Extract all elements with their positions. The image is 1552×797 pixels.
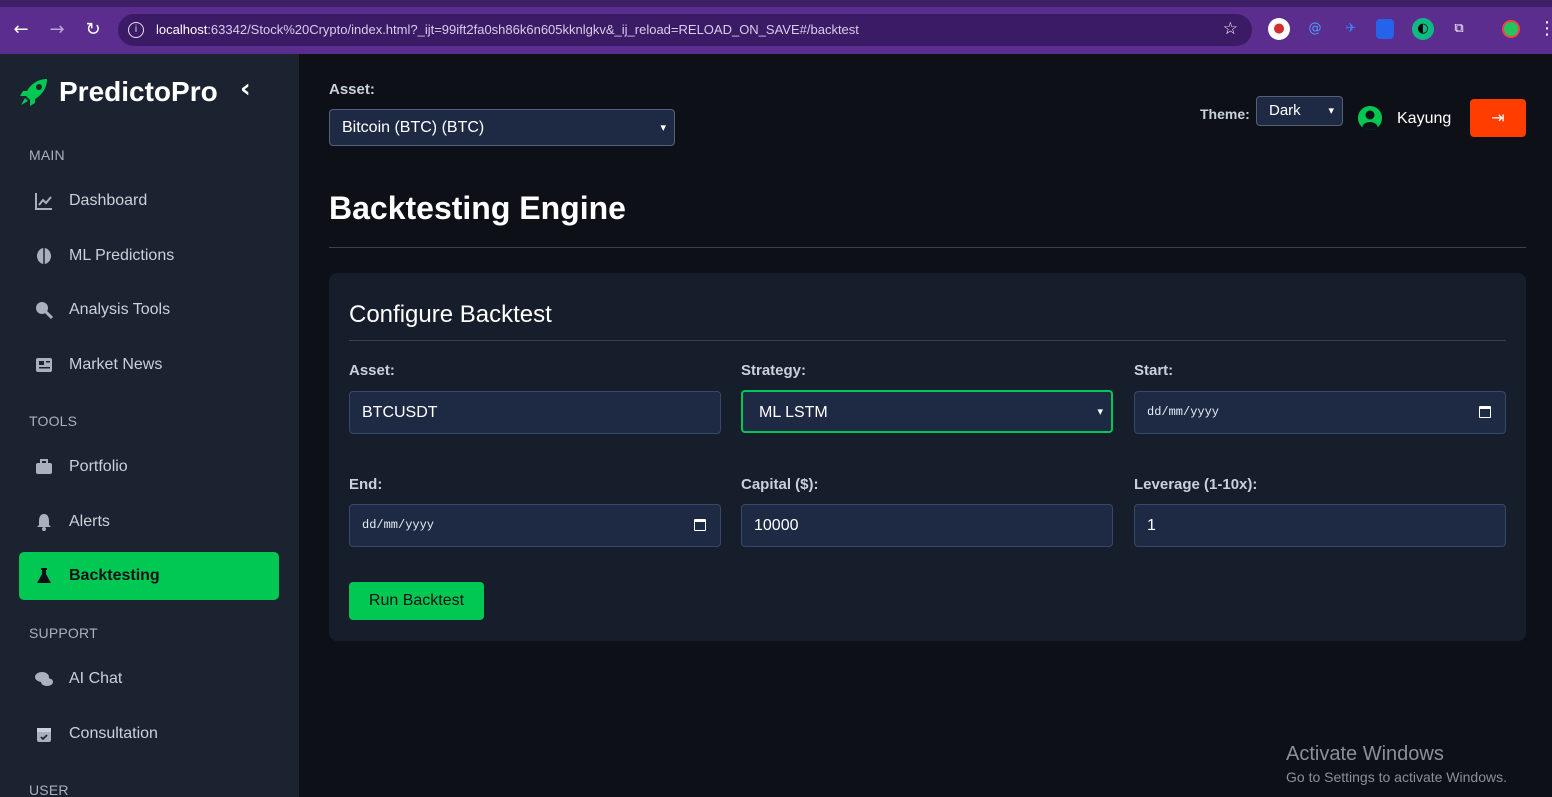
sidebar-item-label: Dashboard	[69, 192, 148, 209]
browser-tab-strip	[0, 0, 1552, 7]
user-name: Kayung	[1397, 110, 1452, 127]
sidebar-item-backtesting[interactable]: Backtesting	[19, 552, 279, 600]
theme-label: Theme:	[1200, 106, 1250, 122]
chevron-down-icon: ▾	[1328, 104, 1334, 117]
activate-windows-title: Activate Windows	[1286, 743, 1444, 765]
user-avatar-icon	[1358, 106, 1382, 130]
section-label-support: SUPPORT	[29, 625, 98, 641]
address-bar[interactable]: i localhost:63342/Stock%20Crypto/index.h…	[118, 14, 1252, 46]
sidebar-item-label: AI Chat	[69, 670, 123, 687]
sidebar-item-label: Backtesting	[69, 567, 160, 584]
sidebar-item-dashboard[interactable]: Dashboard	[19, 177, 279, 225]
chevron-down-icon: ▾	[1097, 405, 1103, 418]
sidebar: PredictoPro ‹ MAIN Dashboard ML Predicti…	[0, 54, 299, 797]
capital-input-value: 10000	[754, 517, 799, 534]
section-label-user: USER	[29, 782, 69, 797]
asset-select[interactable]: Bitcoin (BTC) (BTC) ▾	[329, 109, 675, 146]
asset-select-value: Bitcoin (BTC) (BTC)	[342, 119, 485, 136]
sidebar-item-consultation[interactable]: Consultation	[19, 710, 279, 758]
reload-icon[interactable]: ↻	[82, 19, 104, 41]
sidebar-item-ai-chat[interactable]: AI Chat	[19, 655, 279, 703]
profile-avatar-icon[interactable]	[1502, 20, 1520, 38]
asset-input-value: BTCUSDT	[362, 404, 438, 421]
main-content: Asset: Bitcoin (BTC) (BTC) ▾ Theme: Dark…	[299, 54, 1552, 797]
start-date-value: dd/mm/yyyy	[1147, 405, 1220, 419]
brain-icon	[37, 248, 51, 264]
collapse-sidebar-icon[interactable]: ‹	[240, 74, 262, 104]
puzzle-extension-icon[interactable]: ⧉	[1448, 18, 1470, 40]
briefcase-icon	[36, 459, 52, 474]
asset-input[interactable]: BTCUSDT	[349, 391, 721, 434]
section-label-tools: TOOLS	[29, 413, 78, 429]
activate-windows-subtitle: Go to Settings to activate Windows.	[1286, 769, 1507, 785]
site-info-icon[interactable]: i	[128, 22, 144, 38]
sidebar-item-portfolio[interactable]: Portfolio	[19, 443, 279, 491]
sidebar-item-label: Alerts	[69, 513, 110, 530]
sidebar-item-label: ML Predictions	[69, 247, 175, 264]
chart-line-icon	[35, 193, 52, 210]
page-title: Backtesting Engine	[329, 190, 626, 226]
capital-field-label: Capital ($):	[741, 476, 819, 493]
brand-name: PredictoPro	[59, 76, 218, 107]
search-chart-icon	[36, 302, 53, 319]
sidebar-item-label: Analysis Tools	[69, 301, 171, 318]
sidebar-item-label: Consultation	[69, 725, 158, 742]
strategy-select[interactable]: ML LSTM ▾	[741, 390, 1113, 433]
asset-field-label: Asset:	[349, 362, 395, 379]
leverage-input-value: 1	[1147, 517, 1156, 534]
theme-select-value: Dark	[1269, 102, 1301, 119]
back-icon[interactable]: ←	[10, 19, 32, 41]
at-extension-icon[interactable]: @	[1304, 18, 1326, 40]
section-label-main: MAIN	[29, 147, 65, 163]
leverage-field-label: Leverage (1-10x):	[1134, 476, 1258, 493]
sidebar-item-analysis-tools[interactable]: Analysis Tools	[19, 286, 279, 334]
bell-icon	[37, 514, 51, 531]
bluesky-extension-icon[interactable]: ✈	[1340, 18, 1362, 40]
url-text: localhost:63342/Stock%20Crypto/index.htm…	[156, 22, 859, 37]
sidebar-item-market-news[interactable]: Market News	[19, 341, 279, 389]
divider	[349, 340, 1506, 341]
brand[interactable]: PredictoPro	[18, 72, 218, 112]
rocket-icon	[20, 79, 47, 106]
sidebar-item-alerts[interactable]: Alerts	[19, 498, 279, 546]
chevron-down-icon: ▾	[660, 121, 666, 134]
start-date-input[interactable]: dd/mm/yyyy	[1134, 391, 1506, 434]
forward-icon[interactable]: →	[46, 19, 68, 41]
capital-input[interactable]: 10000	[741, 504, 1113, 547]
card-title: Configure Backtest	[349, 301, 552, 328]
sidebar-item-label: Market News	[69, 356, 163, 373]
calendar-picker-icon[interactable]	[1479, 406, 1491, 418]
green-extension-icon[interactable]: ◐	[1412, 18, 1434, 40]
flask-icon	[37, 568, 51, 583]
shield-extension-icon[interactable]	[1376, 19, 1394, 39]
configure-backtest-card: Configure Backtest Asset: BTCUSDT Strate…	[329, 273, 1526, 641]
pokeball-extension-icon[interactable]: ●	[1268, 18, 1290, 40]
end-date-value: dd/mm/yyyy	[362, 518, 435, 532]
asset-label: Asset:	[329, 81, 375, 98]
browser-menu-icon[interactable]: ⋮	[1536, 18, 1552, 40]
logout-icon: ⇥	[1491, 108, 1505, 127]
run-backtest-button[interactable]: Run Backtest	[349, 582, 484, 620]
browser-toolbar: ← → ↻ i localhost:63342/Stock%20Crypto/i…	[0, 0, 1552, 54]
theme-select[interactable]: Dark ▾	[1256, 96, 1343, 126]
end-date-input[interactable]: dd/mm/yyyy	[349, 504, 721, 547]
calendar-icon	[37, 728, 51, 742]
leverage-input[interactable]: 1	[1134, 504, 1506, 547]
strategy-select-value: ML LSTM	[759, 404, 828, 421]
newspaper-icon	[36, 358, 52, 372]
chat-icon	[35, 672, 53, 686]
strategy-field-label: Strategy:	[741, 362, 807, 379]
divider	[329, 247, 1526, 248]
sidebar-item-ml-predictions[interactable]: ML Predictions	[19, 232, 279, 280]
start-field-label: Start:	[1134, 362, 1174, 379]
bookmark-star-icon[interactable]: ☆	[1223, 19, 1238, 39]
sidebar-item-label: Portfolio	[69, 458, 128, 475]
logout-button[interactable]: ⇥	[1470, 99, 1526, 137]
calendar-picker-icon[interactable]	[694, 519, 706, 531]
end-field-label: End:	[349, 476, 383, 493]
